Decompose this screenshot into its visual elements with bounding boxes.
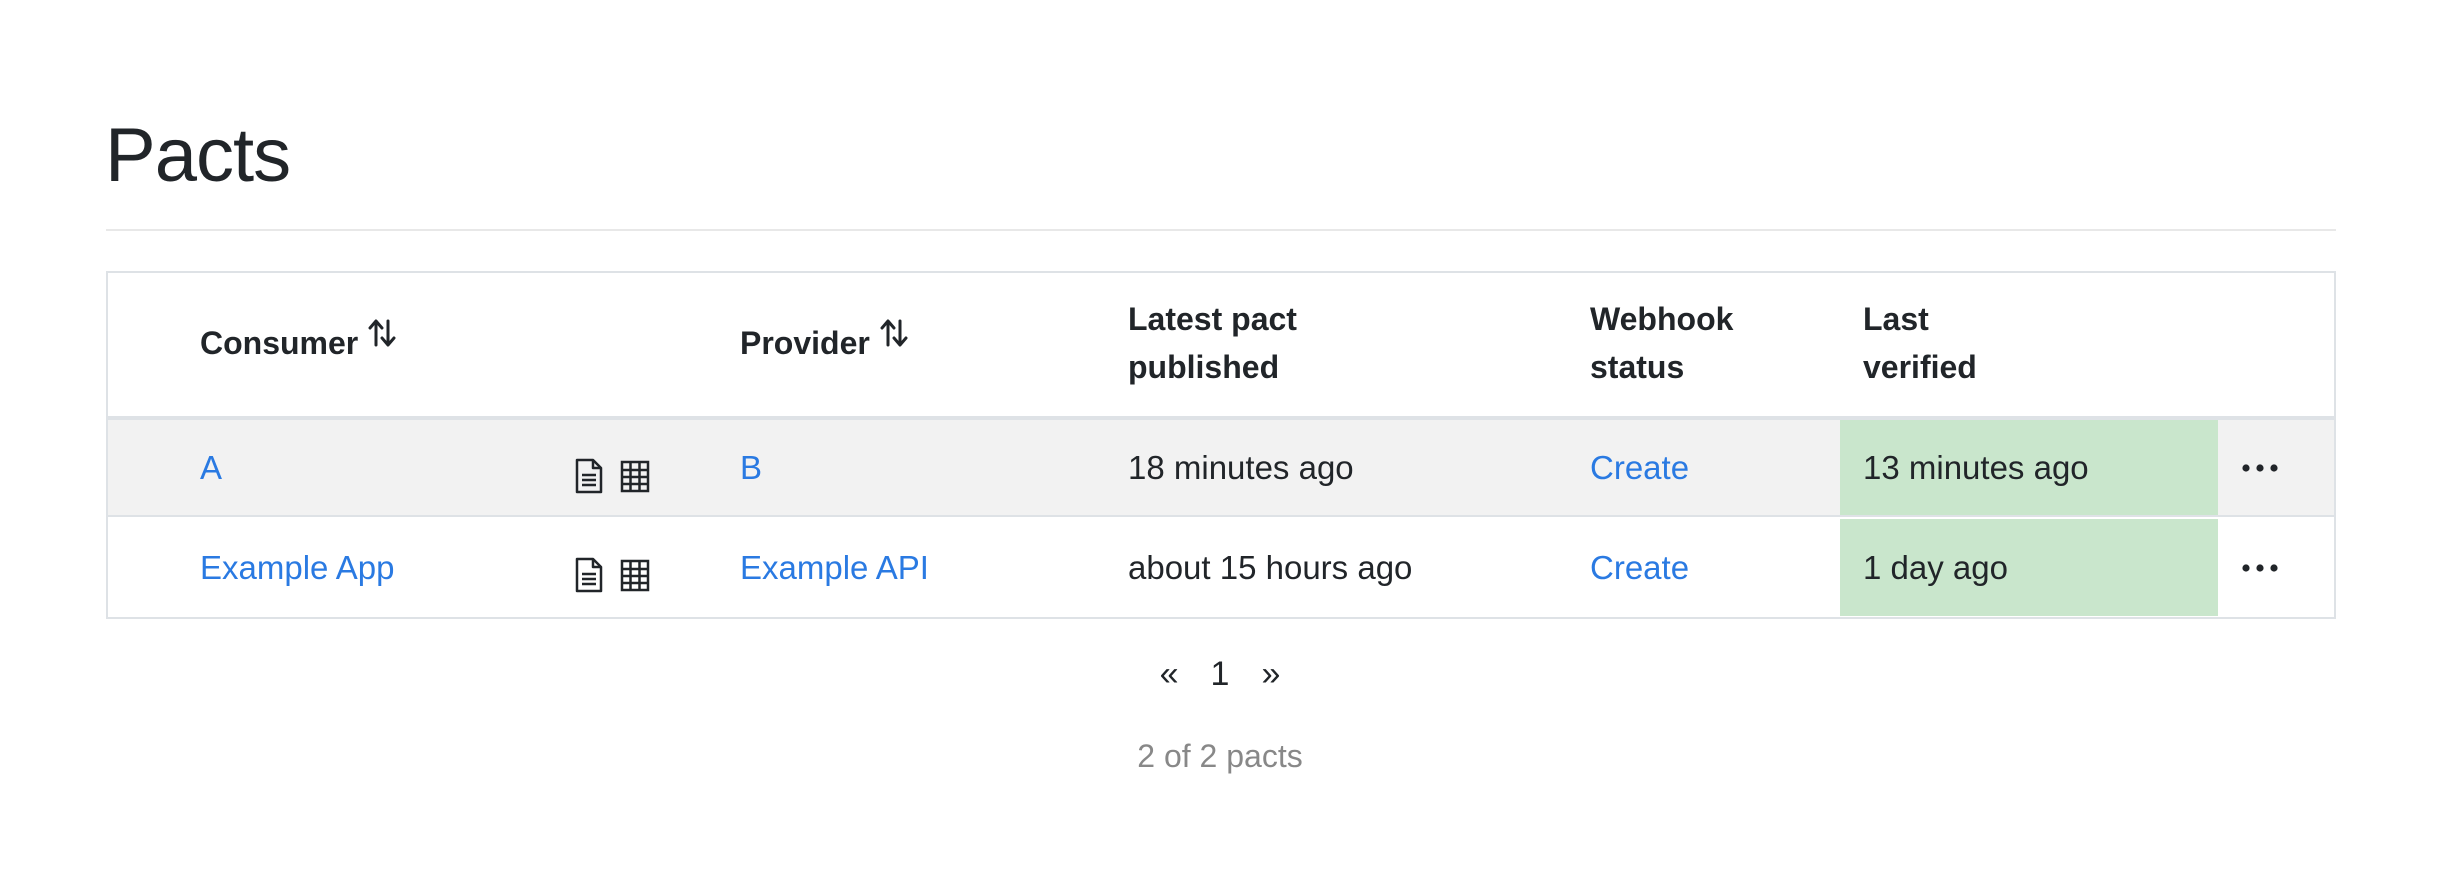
pact-view-icons (574, 458, 650, 494)
pagination: « 1 » (0, 655, 2440, 694)
ellipsis-icon[interactable] (2242, 563, 2278, 573)
pagination-next[interactable]: » (1245, 655, 1296, 694)
table-grid-icon[interactable] (620, 458, 650, 494)
ellipsis-icon[interactable] (2242, 463, 2278, 473)
column-header-last-verified: Last verified (1863, 295, 2083, 391)
row-actions-menu[interactable] (2242, 420, 2278, 515)
sort-arrows-icon[interactable] (880, 313, 908, 361)
column-header-webhook-status: Webhook status (1590, 295, 1810, 391)
table-row: Example App Example API about 15 hours a… (108, 519, 2334, 616)
title-divider (106, 229, 2336, 231)
pact-view-icons (574, 557, 650, 593)
sort-arrows-icon[interactable] (368, 313, 396, 361)
webhook-create-link[interactable]: Create (1590, 549, 1689, 587)
column-header-provider-label: Provider (740, 325, 870, 361)
latest-pact-published: about 15 hours ago (1128, 548, 1413, 586)
latest-pact-published: 18 minutes ago (1128, 448, 1354, 486)
last-verified: 1 day ago (1863, 548, 2008, 586)
header-line: verified (1863, 349, 1977, 385)
consumer-link[interactable]: Example App (200, 549, 394, 587)
header-line: Latest pact (1128, 301, 1297, 337)
webhook-create-link[interactable]: Create (1590, 449, 1689, 487)
table-row: A B 18 minutes ago Create 13 minutes ago (108, 420, 2334, 517)
column-header-provider[interactable]: Provider (740, 319, 908, 367)
pact-count: 2 of 2 pacts (1137, 738, 1303, 774)
row-actions-menu[interactable] (2242, 519, 2278, 616)
page-title: Pacts (105, 113, 291, 198)
table-header: Consumer Provider Latest pact published … (108, 273, 2334, 420)
pacts-table: Consumer Provider Latest pact published … (106, 271, 2336, 619)
document-icon[interactable] (574, 557, 604, 593)
provider-link[interactable]: Example API (740, 549, 929, 587)
consumer-link[interactable]: A (200, 449, 222, 487)
table-grid-icon[interactable] (620, 557, 650, 593)
column-header-latest-pact-published: Latest pact published (1128, 295, 1348, 391)
header-line: Webhook (1590, 301, 1734, 337)
column-header-consumer[interactable]: Consumer (200, 319, 396, 367)
pagination-page-1[interactable]: 1 (1195, 655, 1246, 694)
column-header-consumer-label: Consumer (200, 325, 359, 361)
header-line: Last (1863, 301, 1929, 337)
header-line: status (1590, 349, 1685, 385)
provider-link[interactable]: B (740, 449, 762, 487)
document-icon[interactable] (574, 458, 604, 494)
last-verified: 13 minutes ago (1863, 448, 2089, 486)
pagination-prev[interactable]: « (1144, 655, 1195, 694)
header-line: published (1128, 349, 1280, 385)
